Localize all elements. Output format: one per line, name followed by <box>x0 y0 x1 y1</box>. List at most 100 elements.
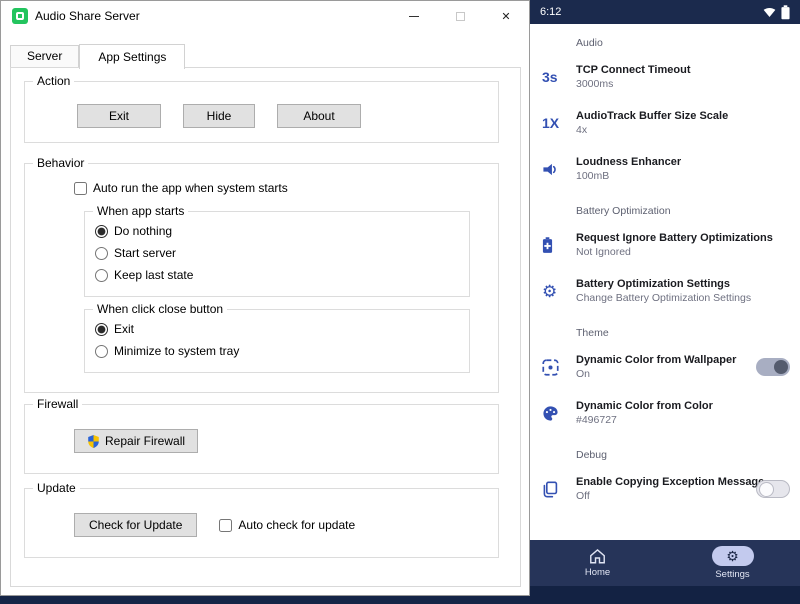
item-subtitle: Off <box>576 490 750 502</box>
auto-check-update-checkbox[interactable] <box>219 519 232 532</box>
radio-minimize-tray[interactable] <box>95 345 108 358</box>
action-group-label: Action <box>33 74 74 88</box>
item-title: AudioTrack Buffer Size Scale <box>576 110 790 122</box>
tcp-timeout-text: TCP Connect Timeout 3000ms <box>576 64 790 90</box>
radio-close-exit-row[interactable]: Exit <box>95 322 469 336</box>
tab-server[interactable]: Server <box>10 45 79 67</box>
item-title: Loudness Enhancer <box>576 156 790 168</box>
radio-do-nothing-row[interactable]: Do nothing <box>95 224 469 238</box>
behavior-group: Behavior Auto run the app when system st… <box>24 163 499 393</box>
app-icon <box>12 8 28 24</box>
section-header-battery: Battery Optimization <box>530 192 800 222</box>
battery-settings-text: Battery Optimization Settings Change Bat… <box>576 278 790 304</box>
item-title: Dynamic Color from Wallpaper <box>576 354 750 366</box>
repair-firewall-button[interactable]: Repair Firewall <box>74 429 198 453</box>
radio-keep-last-state-row[interactable]: Keep last state <box>95 268 469 282</box>
window-title: Audio Share Server <box>35 9 140 23</box>
tab-app-settings[interactable]: App Settings <box>79 44 185 69</box>
uac-shield-icon <box>87 434 100 449</box>
copy-exception-item[interactable]: Enable Copying Exception Message Off <box>530 466 800 512</box>
firewall-group: Firewall Repair Firewall <box>24 404 499 474</box>
copy-exception-text: Enable Copying Exception Message Off <box>576 476 750 502</box>
autorun-label: Auto run the app when system starts <box>93 181 288 195</box>
titlebar: Audio Share Server ✕ <box>1 1 529 31</box>
nav-settings-label: Settings <box>715 569 749 580</box>
nav-home-label: Home <box>585 567 610 578</box>
audiotrack-buffer-item[interactable]: 1X AudioTrack Buffer Size Scale 4x <box>530 100 800 146</box>
radio-minimize-tray-label: Minimize to system tray <box>114 344 239 358</box>
repair-firewall-label: Repair Firewall <box>105 434 185 448</box>
auto-check-update-label: Auto check for update <box>238 518 355 532</box>
copy-icon <box>542 481 576 498</box>
radio-start-server[interactable] <box>95 247 108 260</box>
window-controls: ✕ <box>391 1 529 31</box>
radio-close-exit[interactable] <box>95 323 108 336</box>
app-settings-panel: Action Exit Hide About Behavior Auto run… <box>10 67 521 587</box>
dynamic-wallpaper-toggle[interactable] <box>756 358 790 376</box>
radio-start-server-row[interactable]: Start server <box>95 246 469 260</box>
hide-button[interactable]: Hide <box>183 104 255 128</box>
nav-home[interactable]: Home <box>530 540 665 586</box>
battery-optimization-settings-item[interactable]: ⚙ Battery Optimization Settings Change B… <box>530 268 800 314</box>
gear-icon: ⚙ <box>542 283 576 300</box>
auto-check-update-row[interactable]: Auto check for update <box>219 518 355 532</box>
bottom-navigation: Home ⚙ Settings <box>530 540 800 586</box>
firewall-group-label: Firewall <box>33 397 82 411</box>
minimize-button[interactable] <box>391 1 437 31</box>
wallpaper-icon <box>542 359 576 376</box>
when-close-button-label: When click close button <box>93 302 227 316</box>
radio-keep-last-state[interactable] <box>95 269 108 282</box>
android-settings-screen: 6:12 Audio 3s TCP Connect Timeout 3000ms… <box>530 0 800 604</box>
loudness-text: Loudness Enhancer 100mB <box>576 156 790 182</box>
item-subtitle: 4x <box>576 124 790 136</box>
item-subtitle: 3000ms <box>576 78 790 90</box>
when-close-button-group: When click close button Exit Minimize to… <box>84 309 470 373</box>
status-icons <box>763 5 790 20</box>
android-status-bar: 6:12 <box>530 0 800 24</box>
gesture-bar <box>530 586 800 604</box>
behavior-group-label: Behavior <box>33 156 88 170</box>
maximize-button <box>437 1 483 31</box>
nav-settings-pill: ⚙ <box>712 546 754 566</box>
section-header-theme: Theme <box>530 314 800 344</box>
close-button[interactable]: ✕ <box>483 1 529 31</box>
dynamic-color-text: Dynamic Color from Color #496727 <box>576 400 790 426</box>
home-icon <box>589 548 606 564</box>
audio-share-server-window: Audio Share Server ✕ Server App Settings… <box>0 0 530 596</box>
loudness-enhancer-item[interactable]: Loudness Enhancer 100mB <box>530 146 800 192</box>
radio-do-nothing[interactable] <box>95 225 108 238</box>
battery-icon <box>542 237 576 254</box>
item-subtitle: 100mB <box>576 170 790 182</box>
section-header-audio: Audio <box>530 24 800 54</box>
dynamic-color-wallpaper-item[interactable]: Dynamic Color from Wallpaper On <box>530 344 800 390</box>
radio-minimize-tray-row[interactable]: Minimize to system tray <box>95 344 469 358</box>
maximize-icon <box>456 12 465 21</box>
minimize-icon <box>409 16 419 17</box>
copy-exception-toggle[interactable] <box>756 480 790 498</box>
wifi-icon <box>763 7 776 18</box>
ignore-battery-optimizations-item[interactable]: Request Ignore Battery Optimizations Not… <box>530 222 800 268</box>
radio-start-server-label: Start server <box>114 246 176 260</box>
tcp-connect-timeout-item[interactable]: 3s TCP Connect Timeout 3000ms <box>530 54 800 100</box>
update-group: Update Check for Update Auto check for u… <box>24 488 499 558</box>
tab-bar: Server App Settings <box>10 43 185 68</box>
section-header-debug: Debug <box>530 436 800 466</box>
dynamic-wallpaper-text: Dynamic Color from Wallpaper On <box>576 354 750 380</box>
when-app-starts-group: When app starts Do nothing Start server … <box>84 211 470 297</box>
item-subtitle: On <box>576 368 750 380</box>
item-title: Enable Copying Exception Message <box>576 476 750 488</box>
check-for-update-button[interactable]: Check for Update <box>74 513 197 537</box>
autorun-checkbox-row[interactable]: Auto run the app when system starts <box>74 181 498 195</box>
status-time: 6:12 <box>540 6 561 18</box>
autorun-checkbox[interactable] <box>74 182 87 195</box>
ignore-battery-text: Request Ignore Battery Optimizations Not… <box>576 232 790 258</box>
item-title: Request Ignore Battery Optimizations <box>576 232 790 244</box>
close-icon: ✕ <box>501 10 510 23</box>
item-subtitle: #496727 <box>576 414 790 426</box>
radio-keep-last-state-label: Keep last state <box>114 268 193 282</box>
nav-settings[interactable]: ⚙ Settings <box>665 540 800 586</box>
exit-button[interactable]: Exit <box>77 104 161 128</box>
about-button[interactable]: About <box>277 104 361 128</box>
dynamic-color-color-item[interactable]: Dynamic Color from Color #496727 <box>530 390 800 436</box>
settings-list: Audio 3s TCP Connect Timeout 3000ms 1X A… <box>530 24 800 540</box>
